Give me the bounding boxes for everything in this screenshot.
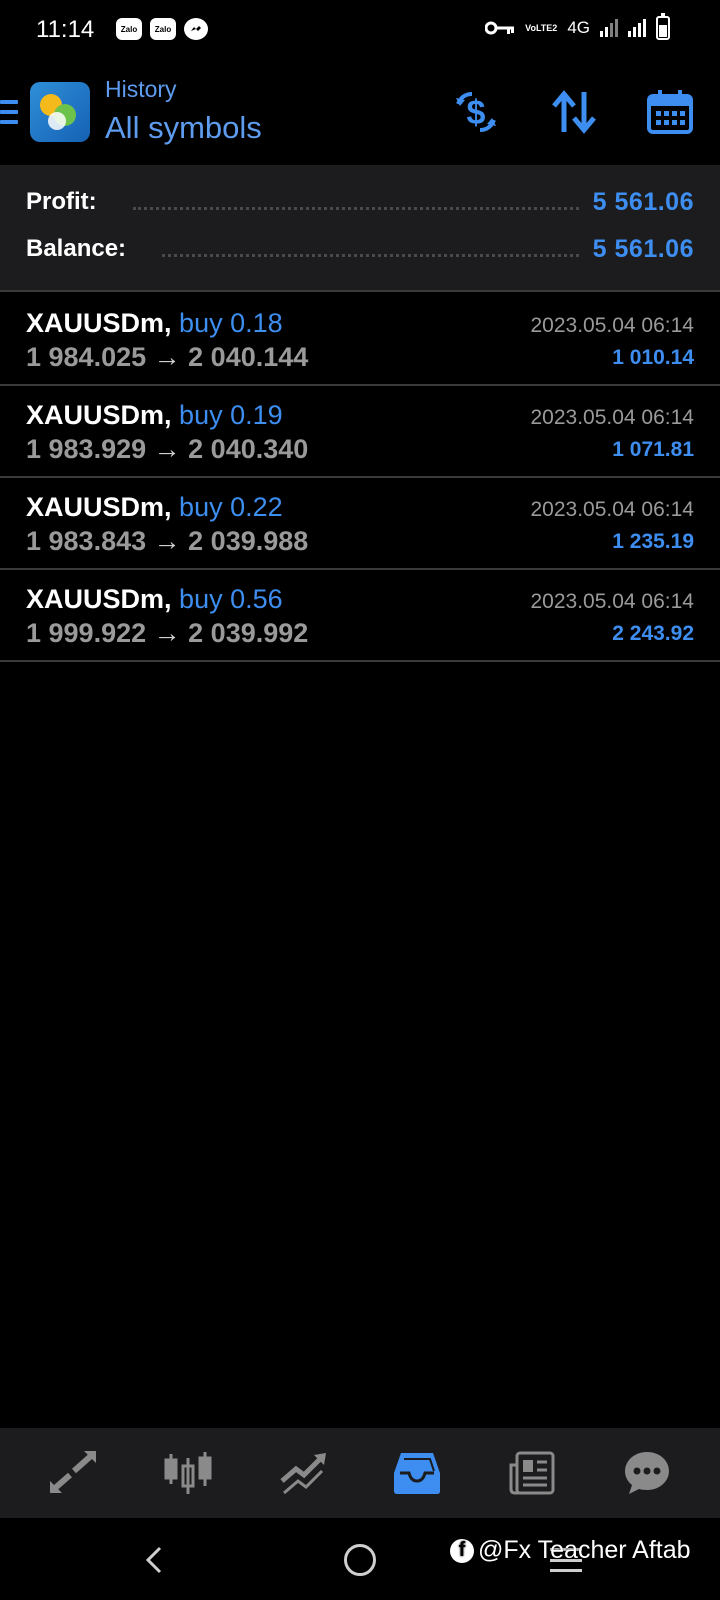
arrow-right-icon: → xyxy=(153,434,181,464)
trade-time: 2023.05.04 06:14 xyxy=(530,406,695,429)
trade-profit: 1 235.19 xyxy=(612,530,694,553)
vpn-key-icon xyxy=(485,21,515,35)
trade-side: buy 0.22 xyxy=(179,492,283,522)
arrow-right-icon: → xyxy=(153,618,181,648)
trade-side: buy 0.18 xyxy=(179,308,283,338)
facebook-icon: f xyxy=(450,1538,474,1563)
quotes-icon[interactable] xyxy=(42,1442,104,1504)
trade-row[interactable]: XAUUSDm, buy 0.22 1 983.843 → 2 039.988 … xyxy=(0,478,720,570)
page-subtitle: History xyxy=(105,76,177,102)
zalo-icon: Zalo xyxy=(116,18,142,40)
history-icon[interactable] xyxy=(386,1442,448,1504)
app-header: History All symbols $ xyxy=(0,70,720,160)
arrow-right-icon: → xyxy=(153,342,181,372)
trade-profit: 2 243.92 xyxy=(612,622,694,645)
trade-row[interactable]: XAUUSDm, buy 0.56 1 999.922 → 2 039.992 … xyxy=(0,570,720,662)
watermark-text: @Fx Teacher Aftab xyxy=(478,1536,691,1564)
signal-icon xyxy=(600,19,618,37)
open-price: 1 983.929 xyxy=(26,434,147,464)
menu-icon[interactable] xyxy=(0,100,18,124)
dotted-leader xyxy=(162,253,579,257)
balance-row: Balance: 5 561.06 xyxy=(26,232,694,266)
trade-time: 2023.05.04 06:14 xyxy=(530,590,695,613)
trade-symbol: XAUUSDm, xyxy=(26,308,172,338)
trade-history-list: XAUUSDm, buy 0.18 1 984.025 → 2 040.144 … xyxy=(0,294,720,662)
close-price: 2 039.988 xyxy=(188,526,309,556)
trade-symbol: XAUUSDm, xyxy=(26,492,172,522)
trade-row[interactable]: XAUUSDm, buy 0.19 1 983.929 → 2 040.340 … xyxy=(0,386,720,478)
watermark: f @Fx Teacher Aftab xyxy=(450,1536,691,1565)
dotted-leader xyxy=(132,206,579,210)
trade-side: buy 0.19 xyxy=(179,400,283,430)
zalo-icon: Zalo xyxy=(150,18,176,40)
arrow-right-icon: → xyxy=(153,526,181,556)
battery-icon xyxy=(656,13,670,40)
profit-label: Profit: xyxy=(26,188,97,215)
trade-symbol: XAUUSDm, xyxy=(26,400,172,430)
open-price: 1 983.843 xyxy=(26,526,147,556)
trade-profit: 1 071.81 xyxy=(612,438,694,461)
trade-profit: 1 010.14 xyxy=(612,346,694,369)
trade-side: buy 0.56 xyxy=(179,584,283,614)
calendar-icon[interactable] xyxy=(646,88,694,136)
home-icon[interactable] xyxy=(344,1544,376,1576)
profit-value: 5 561.06 xyxy=(592,187,694,216)
network-type: 4G xyxy=(567,18,590,37)
svg-text:$: $ xyxy=(467,94,486,132)
currency-exchange-icon[interactable]: $ xyxy=(452,88,500,136)
news-icon[interactable] xyxy=(501,1442,563,1504)
metatrader-logo[interactable] xyxy=(30,82,90,142)
open-price: 1 984.025 xyxy=(26,342,147,372)
system-navigation-bar: f @Fx Teacher Aftab xyxy=(0,1518,720,1600)
balance-label: Balance: xyxy=(26,235,127,262)
bottom-navigation xyxy=(0,1428,720,1518)
status-time: 11:14 xyxy=(36,16,95,43)
signal-icon xyxy=(628,19,646,37)
status-bar: 11:14 Zalo Zalo VoLTE2 4G xyxy=(0,0,720,60)
profit-row: Profit: 5 561.06 xyxy=(26,185,694,219)
back-icon[interactable] xyxy=(140,1540,170,1580)
trade-row[interactable]: XAUUSDm, buy 0.18 1 984.025 → 2 040.144 … xyxy=(0,294,720,386)
open-price: 1 999.922 xyxy=(26,618,147,648)
close-price: 2 040.144 xyxy=(188,342,309,372)
close-price: 2 039.992 xyxy=(188,618,309,648)
trade-time: 2023.05.04 06:14 xyxy=(530,314,695,337)
trade-icon[interactable] xyxy=(272,1442,334,1504)
chart-icon[interactable] xyxy=(157,1442,219,1504)
chat-icon[interactable] xyxy=(616,1442,678,1504)
page-title[interactable]: All symbols xyxy=(105,110,262,146)
sort-icon[interactable] xyxy=(550,88,598,136)
close-price: 2 040.340 xyxy=(188,434,309,464)
trade-symbol: XAUUSDm, xyxy=(26,584,172,614)
account-summary: Profit: 5 561.06 Balance: 5 561.06 xyxy=(0,165,720,292)
messenger-icon xyxy=(184,18,208,40)
notification-icons: Zalo Zalo xyxy=(116,18,208,40)
volte-indicator: VoLTE2 xyxy=(525,22,558,33)
trade-time: 2023.05.04 06:14 xyxy=(530,498,695,521)
status-indicators: VoLTE2 4G xyxy=(485,13,670,40)
balance-value: 5 561.06 xyxy=(592,234,694,263)
